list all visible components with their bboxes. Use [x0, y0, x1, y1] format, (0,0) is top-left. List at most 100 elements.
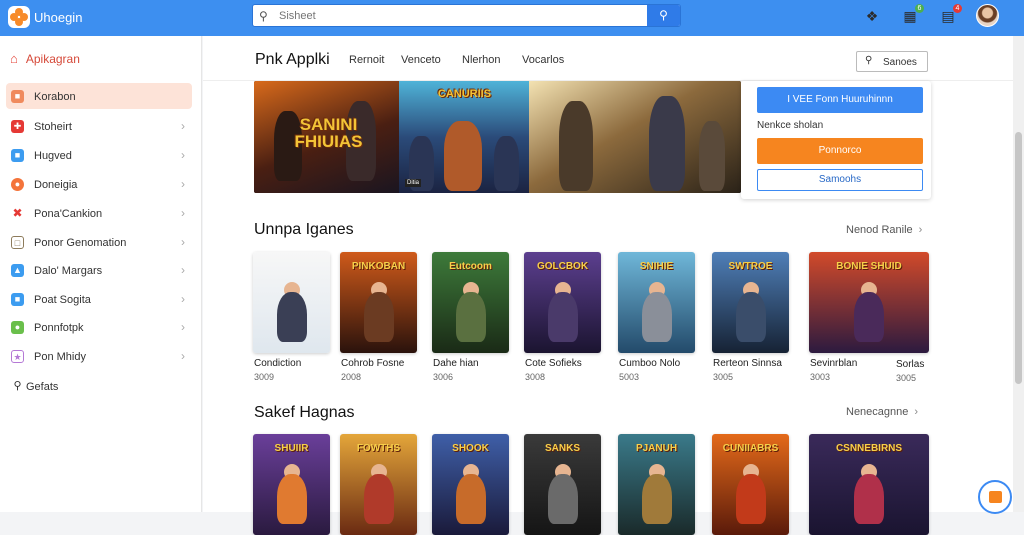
sidebar-item-label: Hugved — [34, 150, 72, 162]
nav-search-button[interactable]: ⚲ Sanoes — [856, 51, 928, 72]
user-avatar[interactable] — [976, 4, 999, 27]
game-tile-title: CUNIIABRS — [722, 443, 779, 454]
promo-primary-button[interactable]: I VEE Fonn Huuruhinnn — [757, 87, 923, 113]
game-tile[interactable] — [253, 252, 330, 353]
game-tile[interactable]: SHOOK — [432, 434, 509, 535]
scrollbar-thumb[interactable] — [1015, 132, 1022, 384]
game-tile[interactable]: SANKS — [524, 434, 601, 535]
game-tile-title: PINKOBAN — [351, 261, 406, 272]
chevron-right-icon: › — [181, 320, 185, 334]
featured-banner[interactable]: SANINI FHIUIAS CANURIIS Ditia — [254, 81, 741, 193]
sidebar-item-poat-sogita[interactable]: ■ Poat Sogita › — [0, 286, 202, 314]
game-tile[interactable]: FOWTHS — [340, 434, 417, 535]
sidebar-item-ponnfotpk[interactable]: ● Ponnfotpk › — [0, 314, 202, 342]
game-tile-title: BONIE SHUID — [836, 261, 902, 272]
game-tile-title: PJANUH — [635, 443, 678, 454]
game-hero-figure — [736, 474, 766, 524]
chevron-right-icon: › — [914, 406, 919, 418]
game-tile[interactable]: PJANUH — [618, 434, 695, 535]
banner-hero-figure — [649, 96, 685, 191]
search-box: ⚲ ⚲ — [252, 4, 681, 27]
banner-tag: Ditia — [405, 179, 422, 187]
game-tile[interactable]: PINKOBAN — [340, 252, 417, 353]
game-name: Sevinrblan — [810, 358, 858, 369]
section-title: Unnpa Iganes — [254, 221, 354, 238]
game-tile[interactable]: Eutcoom — [432, 252, 509, 353]
sidebar-item-pona-cankion[interactable]: ✖ Pona'Cankion › — [0, 200, 202, 228]
chevron-right-icon: › — [181, 292, 185, 306]
game-hero-figure — [277, 292, 307, 342]
nav-link-rernoit[interactable]: Rernoit — [349, 54, 384, 66]
promo-outline-button[interactable]: Samoohs — [757, 169, 923, 191]
sidebar-item-ponor-genomation[interactable]: □ Ponor Genomation › — [0, 229, 202, 257]
banner-hero-figure — [699, 121, 725, 191]
box-icon: □ — [11, 236, 24, 249]
game-tile[interactable]: SWTROE — [712, 252, 789, 353]
chevron-right-icon: › — [181, 349, 185, 363]
banner-hero-figure — [444, 121, 482, 191]
game-price: 3005 — [896, 373, 917, 383]
search-input[interactable] — [279, 5, 649, 26]
search-icon: ⚲ — [11, 380, 24, 393]
nav-link-venceto[interactable]: Venceto — [401, 54, 441, 66]
sidebar-item-korabon[interactable]: ■ Korabon — [0, 83, 202, 111]
game-price: 3009 — [254, 372, 275, 382]
game-icon: ● — [11, 178, 24, 191]
game-hero-figure — [277, 474, 307, 524]
game-price: 3005 — [713, 372, 734, 382]
sidebar-item-gefats[interactable]: ⚲ Gefats — [0, 373, 202, 401]
nav-link-vocarlos[interactable]: Vocarlos — [522, 54, 564, 66]
banner-title: CANURIIS — [437, 88, 492, 100]
page-title: Pnk Applki — [255, 51, 330, 68]
promo-orange-button[interactable]: Ponnorco — [757, 138, 923, 164]
section-more-link[interactable]: Nenecagnne › — [846, 406, 918, 418]
game-hero-figure — [736, 292, 766, 342]
game-name: Cumboo Nolo — [619, 358, 681, 369]
section-more-link[interactable]: Nenod Ranile › — [846, 224, 922, 236]
scrollbar[interactable] — [1013, 36, 1024, 512]
top-bar: Uhoegin ⚲ ⚲ ❖ ▦ 6 ▤ 4 — [0, 0, 1024, 36]
gamepad-icon[interactable]: ❖ — [864, 8, 880, 24]
sidebar-item-doneigia[interactable]: ● Doneigia › — [0, 171, 202, 199]
game-hero-figure — [642, 474, 672, 524]
game-tile-title: GOLCBOK — [536, 261, 589, 272]
chevron-right-icon: › — [181, 119, 185, 133]
chevron-right-icon: › — [181, 206, 185, 220]
sidebar-item-label: Ponnfotpk — [34, 322, 84, 334]
chevron-right-icon: › — [181, 263, 185, 277]
chat-icon: ■ — [11, 149, 24, 162]
app-logo-icon[interactable] — [8, 6, 30, 28]
game-tile-title: SHOOK — [452, 443, 489, 454]
grid-icon[interactable]: ▦ 6 — [902, 4, 924, 24]
sidebar-item-label: Gefats — [26, 381, 59, 393]
sidebar-item-stoheirt[interactable]: ✚ Stoheirt › — [0, 113, 202, 141]
banner-panel-c — [529, 81, 741, 193]
promo-text: Nenkce sholan — [757, 120, 824, 131]
search-button[interactable]: ⚲ — [647, 5, 680, 26]
game-tile-title: SNIHIE — [639, 261, 674, 272]
game-hero-figure — [854, 474, 884, 524]
nav-link-nlerhon[interactable]: Nlerhon — [462, 54, 501, 66]
chevron-right-icon: › — [181, 177, 185, 191]
sidebar-item-label: Doneigia — [34, 179, 78, 191]
cart-icon[interactable]: ▤ 4 — [940, 4, 962, 24]
sidebar-item-dalo-margars[interactable]: ▲ Dalo' Margars › — [0, 257, 202, 285]
game-tile[interactable]: SHUIIR — [253, 434, 330, 535]
game-tile[interactable]: CSNNEBIRNS — [809, 434, 929, 535]
game-tile[interactable]: GOLCBOK — [524, 252, 601, 353]
floating-shop-button[interactable] — [978, 480, 1012, 514]
game-tile[interactable]: CUNIIABRS — [712, 434, 789, 535]
game-hero-figure — [364, 292, 394, 342]
sidebar-item-hugved[interactable]: ■ Hugved › — [0, 142, 202, 170]
sidebar-item-label: Pona'Cankion — [34, 208, 103, 220]
sidebar-item-pon-mhidy[interactable]: ★ Pon Mhidy › — [0, 343, 202, 371]
game-tile-title: Eutcoom — [449, 261, 492, 272]
game-tile[interactable]: BONIE SHUID — [809, 252, 929, 353]
chevron-right-icon: › — [918, 224, 923, 236]
shop-bag-icon — [989, 491, 1002, 503]
game-hero-figure — [854, 292, 884, 342]
notification-badge: 4 — [953, 4, 962, 13]
banner-panel-b: CANURIIS Ditia — [399, 81, 529, 193]
sidebar-header[interactable]: ⌂ Apikagran — [10, 51, 80, 66]
game-tile[interactable]: SNIHIE — [618, 252, 695, 353]
